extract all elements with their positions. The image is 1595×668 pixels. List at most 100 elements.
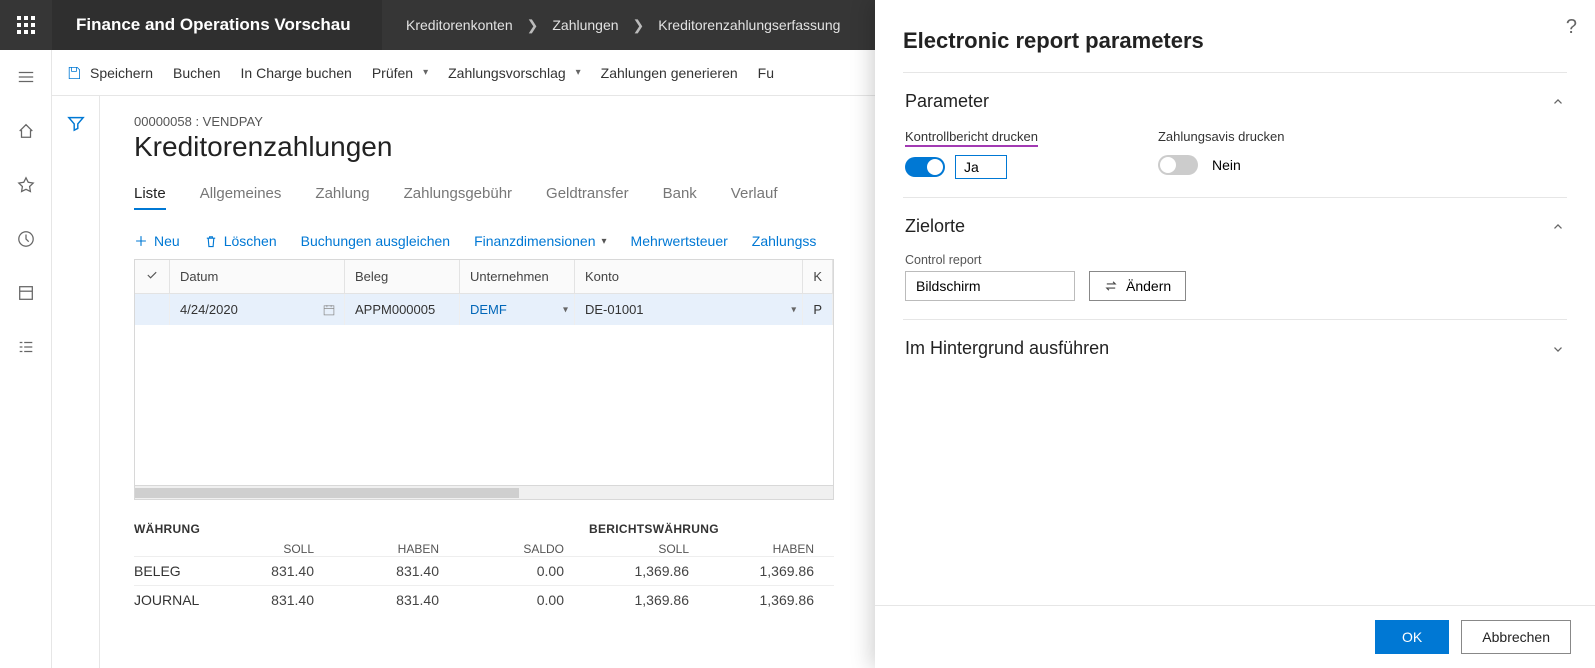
more-label: Fu	[758, 65, 774, 81]
row-value: 1,369.86	[709, 563, 834, 579]
settle-button[interactable]: Buchungen ausgleichen	[301, 233, 450, 249]
delete-button[interactable]: Löschen	[204, 233, 277, 249]
ok-button[interactable]: OK	[1375, 620, 1449, 654]
dest-input[interactable]	[905, 271, 1075, 301]
colhdr-soll: SOLL	[209, 542, 334, 556]
toggle-print-control-report[interactable]	[905, 157, 945, 177]
plus-icon	[134, 234, 148, 248]
delete-label: Löschen	[224, 233, 277, 249]
col-konto[interactable]: Konto	[575, 260, 803, 294]
cell-date-value: 4/24/2020	[180, 302, 238, 317]
modules-icon[interactable]	[6, 330, 46, 364]
dest-label: Control report	[905, 253, 1075, 267]
home-icon[interactable]	[6, 114, 46, 148]
calendar-icon[interactable]	[322, 303, 336, 317]
star-icon[interactable]	[6, 168, 46, 202]
tab-geldtransfer[interactable]: Geldtransfer	[546, 185, 629, 210]
select-all[interactable]	[135, 260, 170, 294]
cancel-button[interactable]: Abbrechen	[1461, 620, 1571, 654]
tab-verlauf[interactable]: Verlauf	[731, 185, 778, 210]
chevron-right-icon: ❯	[527, 17, 539, 34]
section-parameter: Parameter Kontrollbericht drucken Ja Zah…	[903, 72, 1567, 197]
panel-title: Electronic report parameters	[875, 0, 1595, 72]
tab-gebuehr[interactable]: Zahlungsgebühr	[404, 185, 512, 210]
grid-row[interactable]: 4/24/2020 APPM000005 DEMF ▾ DE-01001 ▾ P	[135, 294, 833, 326]
settle-label: Buchungen ausgleichen	[301, 233, 450, 249]
toggle-print-payment-advice[interactable]	[1158, 155, 1198, 175]
chevron-down-icon[interactable]: ▾	[563, 304, 568, 315]
save-label: Speichern	[90, 65, 153, 81]
workspaces-icon[interactable]	[6, 276, 46, 310]
row-value: 831.40	[209, 563, 334, 579]
slideout-panel: ? Electronic report parameters Parameter…	[875, 0, 1595, 668]
horizontal-scrollbar[interactable]	[135, 485, 833, 499]
recent-icon[interactable]	[6, 222, 46, 256]
cell-account[interactable]: DE-01001 ▾	[575, 294, 803, 326]
tab-zahlung[interactable]: Zahlung	[315, 185, 369, 210]
totals-row: BELEG 831.40 831.40 0.00 1,369.86 1,369.…	[134, 556, 834, 585]
col-unternehmen[interactable]: Unternehmen	[460, 260, 575, 294]
post-batch-label: In Charge buchen	[241, 65, 352, 81]
section-destinations: Zielorte Control report Ändern	[903, 197, 1567, 319]
post-label: Buchen	[173, 65, 220, 81]
tab-liste[interactable]: Liste	[134, 185, 166, 210]
grid: Datum Beleg Unternehmen Konto K 4/24/202…	[134, 259, 834, 500]
post-batch-button[interactable]: In Charge buchen	[241, 65, 352, 81]
dims-label: Finanzdimensionen	[474, 233, 595, 249]
col-datum[interactable]: Datum	[170, 260, 345, 294]
scrollbar-thumb[interactable]	[135, 488, 519, 498]
chevron-down-icon[interactable]: ▾	[791, 304, 796, 315]
totals-sec1: WÄHRUNG	[134, 522, 589, 536]
section-background: Im Hintergrund ausführen	[903, 319, 1567, 377]
generate-button[interactable]: Zahlungen generieren	[601, 65, 738, 81]
row-value: 1,369.86	[709, 592, 834, 608]
colhdr-haben: HABEN	[334, 542, 459, 556]
chevron-right-icon: ❯	[633, 17, 645, 34]
row-select[interactable]	[135, 294, 170, 326]
cell-company-value: DEMF	[470, 302, 507, 317]
new-button[interactable]: Neu	[134, 233, 180, 249]
chevron-down-icon: ▾	[423, 67, 428, 78]
row-label: JOURNAL	[134, 592, 209, 608]
post-button[interactable]: Buchen	[173, 65, 220, 81]
proposal-button[interactable]: Zahlungsvorschlag▾	[448, 65, 581, 81]
breadcrumb-item[interactable]: Kreditorenzahlungserfassung	[658, 17, 840, 33]
tax-button[interactable]: Mehrwertsteuer	[631, 233, 728, 249]
change-button[interactable]: Ändern	[1089, 271, 1186, 301]
validate-button[interactable]: Prüfen▾	[372, 65, 428, 81]
cell-company[interactable]: DEMF ▾	[460, 294, 575, 326]
tab-allgemeines[interactable]: Allgemeines	[200, 185, 282, 210]
section-parameter-header[interactable]: Parameter	[905, 91, 1565, 112]
save-button[interactable]: Speichern	[66, 65, 153, 81]
filter-toggle[interactable]	[52, 96, 100, 668]
cell-k[interactable]: P	[803, 294, 833, 326]
col-beleg[interactable]: Beleg	[345, 260, 460, 294]
breadcrumb-item[interactable]: Kreditorenkonten	[406, 17, 513, 33]
col-k[interactable]: K	[803, 260, 833, 294]
breadcrumb-item[interactable]: Zahlungen	[552, 17, 618, 33]
app-title: Finance and Operations Vorschau	[52, 0, 382, 50]
field-print-control-report-label: Kontrollbericht drucken	[905, 129, 1038, 147]
filter-icon	[67, 114, 85, 132]
help-icon[interactable]: ?	[1566, 16, 1577, 39]
section-background-header[interactable]: Im Hintergrund ausführen	[905, 338, 1565, 359]
chevron-up-icon	[1551, 220, 1565, 234]
status-label: Zahlungss	[752, 233, 817, 249]
dimensions-button[interactable]: Finanzdimensionen▾	[474, 233, 606, 249]
cell-voucher[interactable]: APPM000005	[345, 294, 460, 326]
tab-bank[interactable]: Bank	[663, 185, 697, 210]
status-button[interactable]: Zahlungss	[752, 233, 817, 249]
proposal-label: Zahlungsvorschlag	[448, 65, 566, 81]
colhdr-soll2: SOLL	[584, 542, 709, 556]
new-label: Neu	[154, 233, 180, 249]
trash-icon	[204, 234, 218, 248]
panel-body: Parameter Kontrollbericht drucken Ja Zah…	[875, 72, 1595, 605]
section-destinations-header[interactable]: Zielorte	[905, 216, 1565, 237]
hamburger-icon[interactable]	[6, 60, 46, 94]
section-parameter-title: Parameter	[905, 91, 989, 112]
waffle-icon[interactable]	[0, 0, 52, 50]
more-button[interactable]: Fu	[758, 65, 774, 81]
row-value: 1,369.86	[584, 592, 709, 608]
cell-date[interactable]: 4/24/2020	[170, 294, 345, 326]
toggle-value[interactable]: Ja	[955, 155, 1007, 179]
